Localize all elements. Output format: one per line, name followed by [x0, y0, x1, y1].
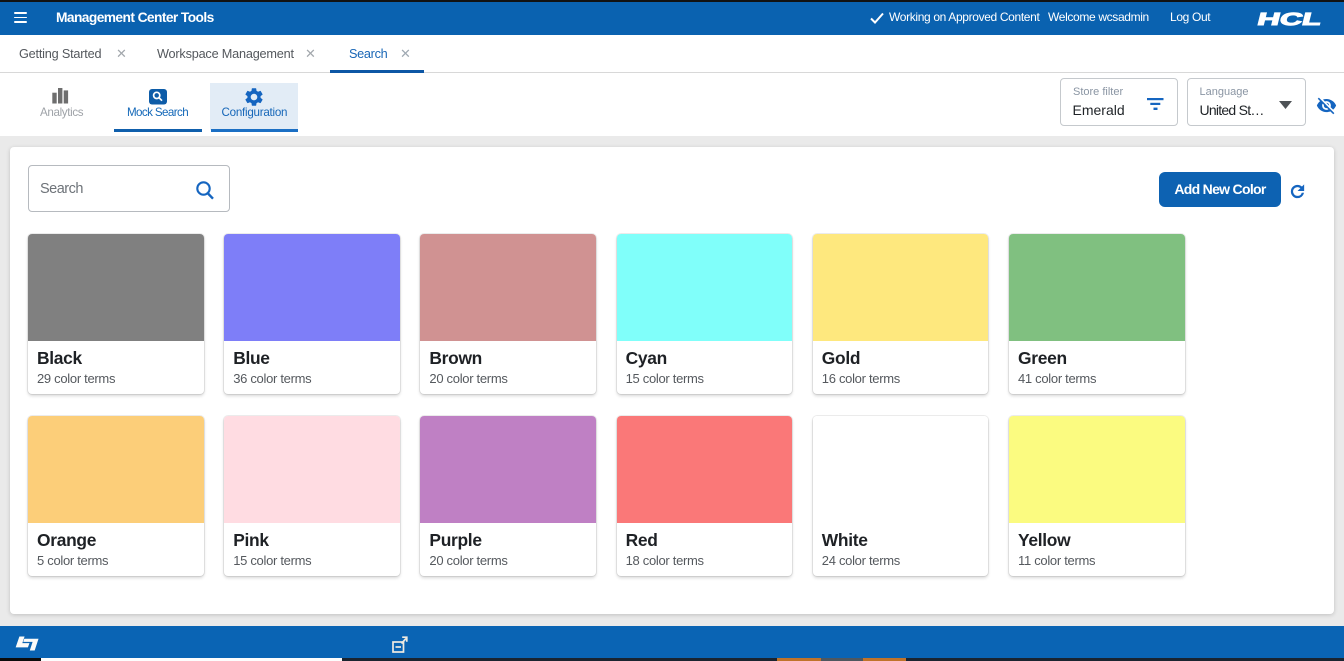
svg-text:HCL: HCL	[1256, 9, 1324, 29]
